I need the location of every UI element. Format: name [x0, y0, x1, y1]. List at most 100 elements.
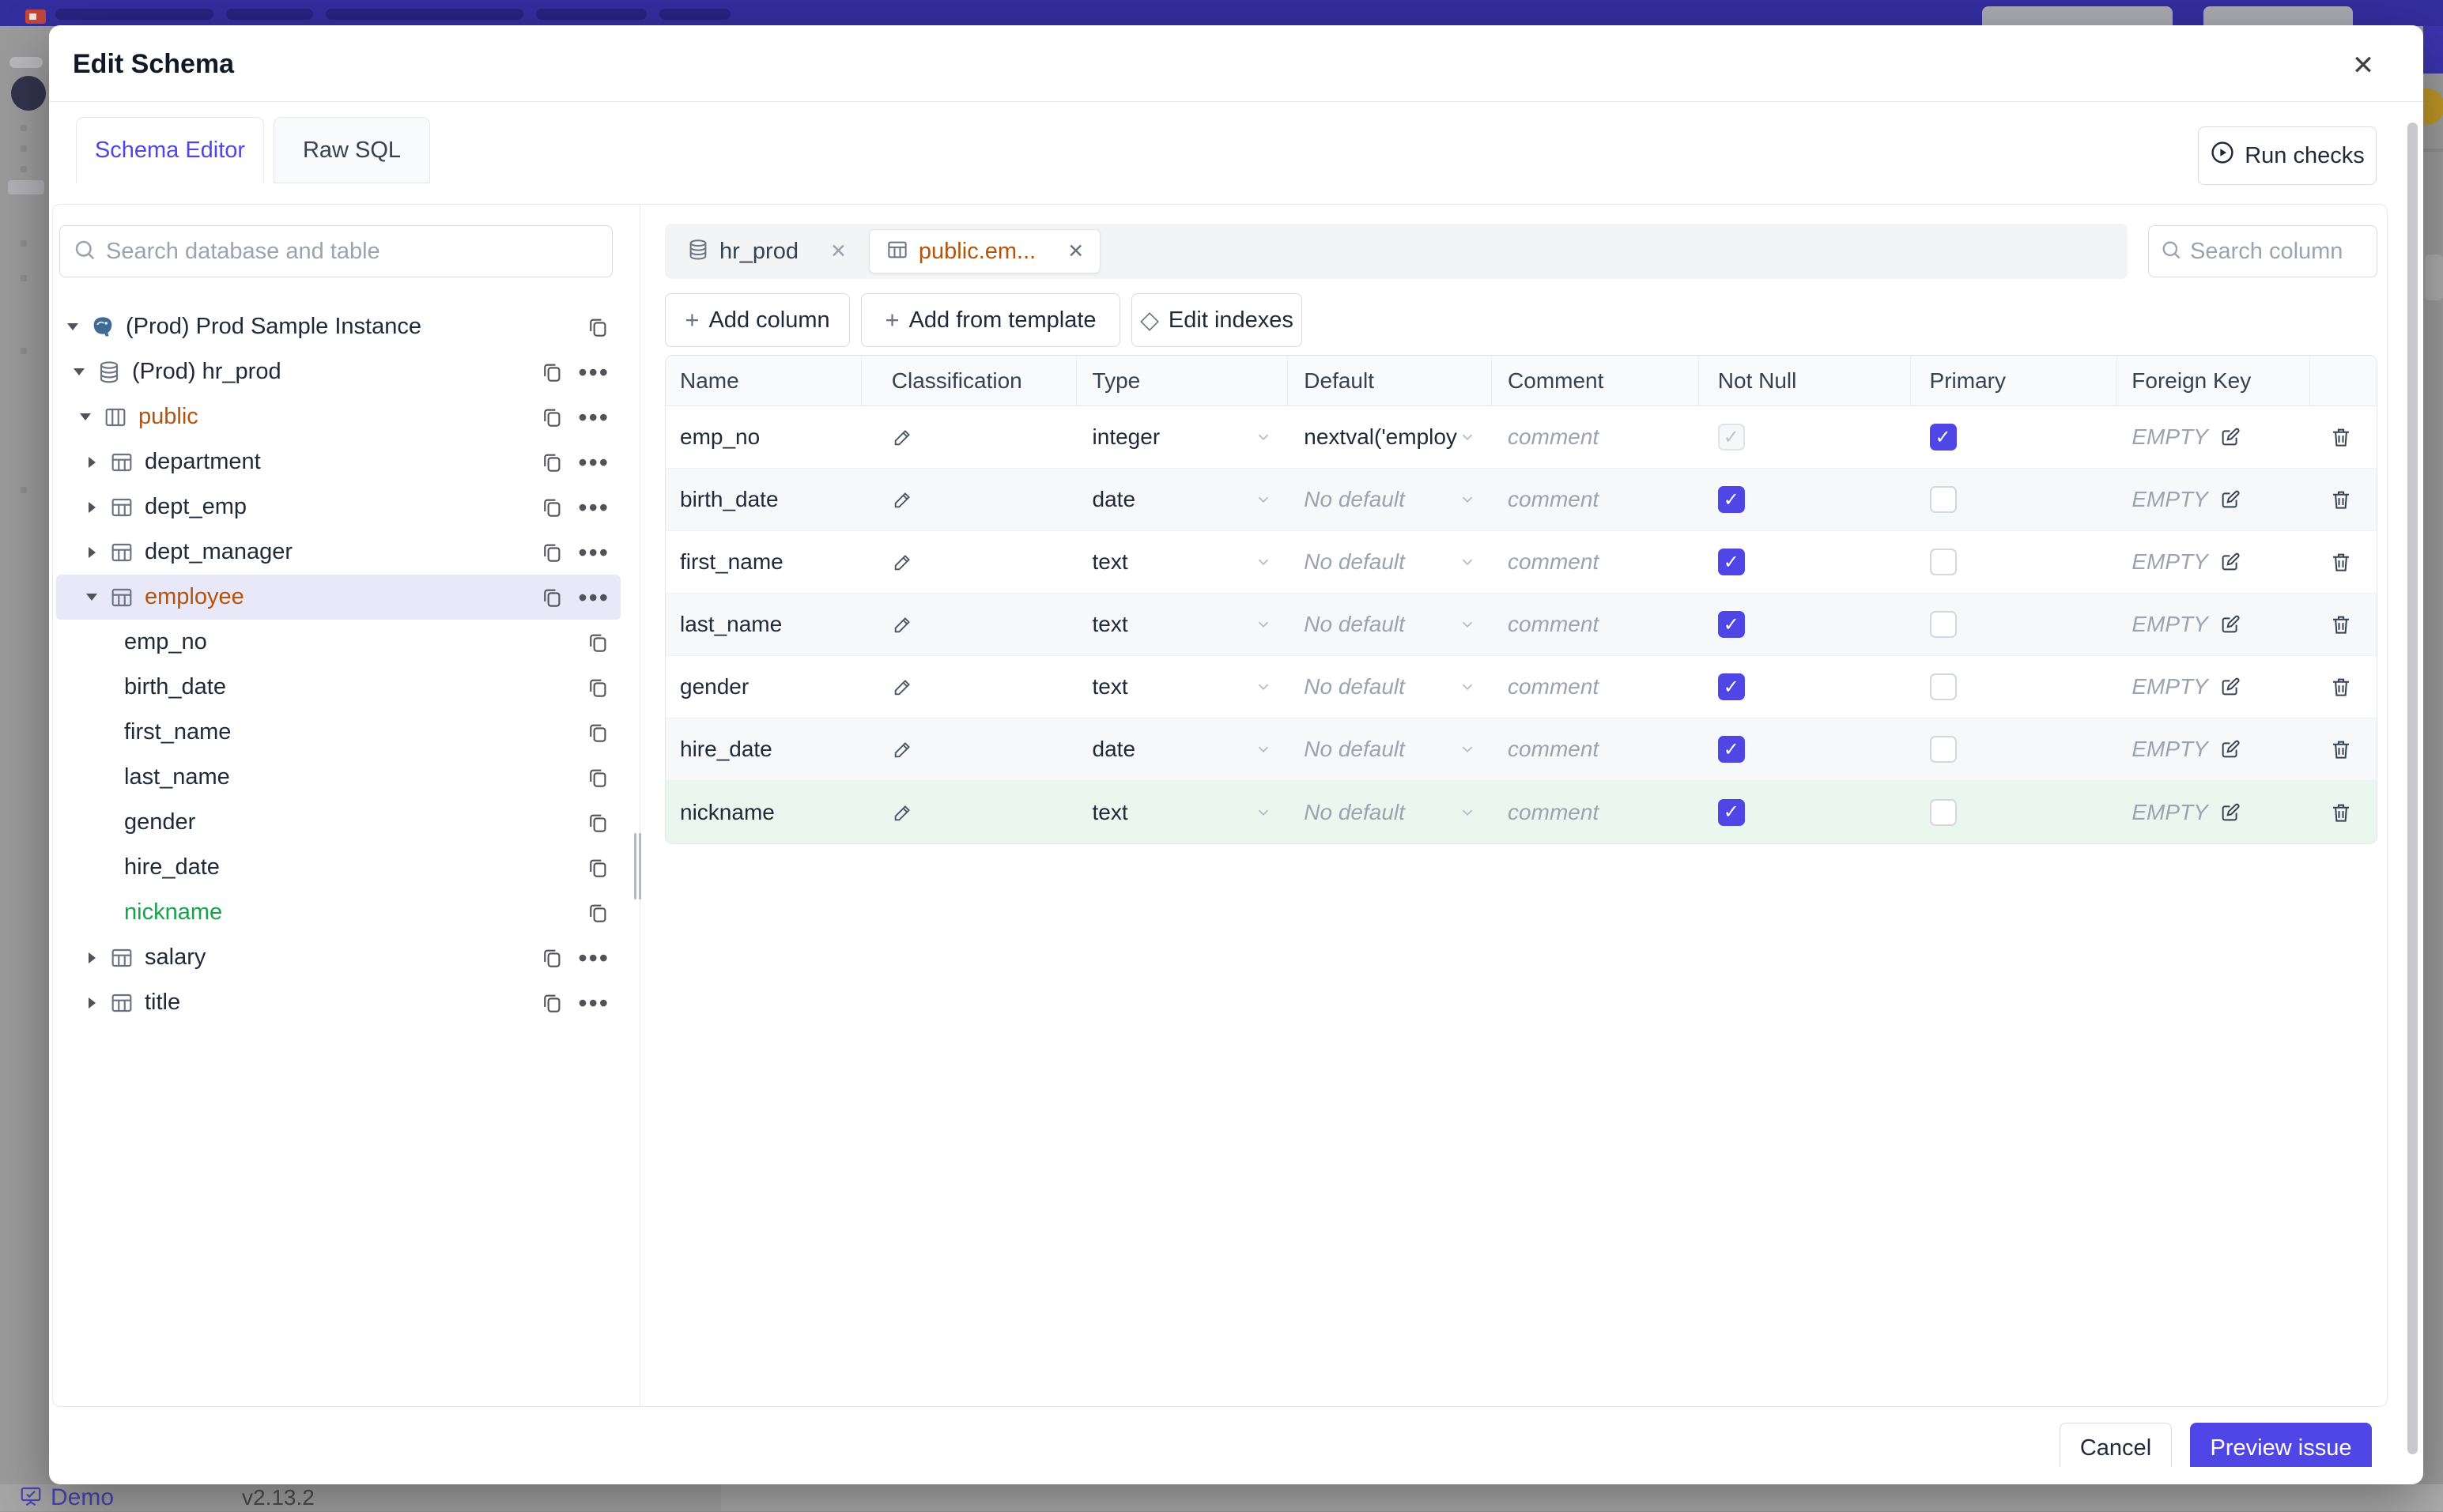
column-name-input[interactable]: emp_no [680, 424, 760, 450]
tree-item[interactable]: public ••• [56, 394, 621, 439]
default-select[interactable]: No default [1288, 531, 1492, 593]
tree-item[interactable]: first_name ••• [56, 710, 621, 755]
edit-foreign-key-icon[interactable] [2219, 426, 2241, 448]
panel-resize-handle[interactable] [634, 833, 636, 899]
tree-item[interactable]: title ••• [56, 980, 621, 1025]
comment-input[interactable]: comment [1508, 737, 1599, 762]
type-select[interactable]: text [1077, 656, 1289, 718]
tree-item[interactable]: dept_manager ••• [56, 530, 621, 575]
edit-foreign-key-icon[interactable] [2219, 801, 2241, 824]
copy-icon[interactable] [586, 721, 610, 745]
comment-input[interactable]: comment [1508, 487, 1599, 512]
primary-checkbox[interactable] [1929, 736, 1957, 763]
database-search[interactable] [59, 225, 613, 277]
modal-scrollbar[interactable] [2407, 123, 2418, 1454]
default-select[interactable]: No default [1288, 469, 1492, 530]
not-null-checkbox[interactable] [1717, 486, 1745, 513]
add-from-template-button[interactable]: + Add from template [861, 293, 1120, 347]
not-null-checkbox[interactable] [1717, 673, 1745, 700]
column-name-input[interactable]: first_name [680, 549, 783, 575]
tree-item[interactable]: (Prod) Prod Sample Instance ••• [56, 304, 621, 349]
type-select[interactable]: text [1077, 594, 1289, 655]
default-select[interactable]: No default [1288, 656, 1492, 718]
primary-checkbox[interactable] [1929, 549, 1957, 575]
caret-icon[interactable] [85, 501, 99, 513]
tree-item[interactable]: gender ••• [56, 800, 621, 845]
type-select[interactable]: date [1077, 718, 1289, 780]
caret-icon[interactable] [72, 368, 86, 375]
more-actions-icon[interactable]: ••• [578, 990, 610, 1016]
tab-raw-sql[interactable]: Raw SQL [274, 117, 430, 183]
not-null-checkbox[interactable] [1717, 549, 1745, 575]
copy-icon[interactable] [540, 946, 564, 970]
classification-edit-icon[interactable] [892, 613, 914, 635]
delete-column-icon[interactable] [2329, 550, 2353, 574]
more-actions-icon[interactable]: ••• [578, 540, 610, 565]
panel-resize-handle[interactable] [639, 833, 641, 899]
tab-schema-editor[interactable]: Schema Editor [76, 117, 264, 183]
copy-icon[interactable] [540, 541, 564, 564]
primary-checkbox[interactable] [1929, 673, 1957, 700]
column-name-input[interactable]: last_name [680, 612, 782, 637]
run-checks-button[interactable]: Run checks [2198, 126, 2377, 185]
edit-foreign-key-icon[interactable] [2219, 738, 2241, 760]
close-tab-icon[interactable]: ✕ [1067, 239, 1084, 263]
comment-input[interactable]: comment [1508, 674, 1599, 699]
comment-input[interactable]: comment [1508, 800, 1599, 825]
more-actions-icon[interactable]: ••• [578, 495, 610, 520]
tree-item[interactable]: salary ••• [56, 935, 621, 980]
more-actions-icon[interactable]: ••• [578, 405, 610, 430]
default-select[interactable]: No default [1288, 718, 1492, 780]
copy-icon[interactable] [586, 901, 610, 925]
delete-column-icon[interactable] [2329, 425, 2353, 449]
edit-foreign-key-icon[interactable] [2219, 676, 2241, 698]
cancel-button[interactable]: Cancel [2060, 1423, 2172, 1467]
type-select[interactable]: date [1077, 469, 1289, 530]
classification-edit-icon[interactable] [892, 488, 914, 511]
preview-issue-button[interactable]: Preview issue [2190, 1423, 2372, 1467]
caret-icon[interactable] [66, 323, 80, 330]
column-name-input[interactable]: hire_date [680, 737, 772, 762]
not-null-checkbox[interactable] [1717, 798, 1745, 826]
tree-item[interactable]: employee ••• [56, 575, 621, 620]
tree-item[interactable]: nickname ••• [56, 890, 621, 935]
more-actions-icon[interactable]: ••• [578, 450, 610, 475]
primary-checkbox[interactable] [1929, 424, 1957, 451]
delete-column-icon[interactable] [2329, 613, 2353, 636]
caret-icon[interactable] [85, 997, 99, 1009]
type-select[interactable]: text [1077, 531, 1289, 593]
classification-edit-icon[interactable] [892, 676, 914, 698]
copy-icon[interactable] [540, 496, 564, 519]
tree-item[interactable]: last_name ••• [56, 755, 621, 800]
copy-icon[interactable] [586, 856, 610, 880]
column-name-input[interactable]: nickname [680, 800, 775, 825]
more-actions-icon[interactable]: ••• [578, 360, 610, 385]
primary-checkbox[interactable] [1929, 486, 1957, 513]
column-name-input[interactable]: birth_date [680, 487, 779, 512]
close-tab-icon[interactable]: ✕ [830, 239, 847, 263]
caret-icon[interactable] [85, 952, 99, 963]
copy-icon[interactable] [540, 360, 564, 384]
tree-item[interactable]: department ••• [56, 439, 621, 485]
tree-item[interactable]: hire_date ••• [56, 845, 621, 890]
not-null-checkbox[interactable] [1717, 736, 1745, 763]
default-select[interactable]: No default [1288, 594, 1492, 655]
delete-column-icon[interactable] [2329, 801, 2353, 824]
more-actions-icon[interactable]: ••• [578, 945, 610, 971]
copy-icon[interactable] [586, 811, 610, 835]
delete-column-icon[interactable] [2329, 675, 2353, 699]
edit-foreign-key-icon[interactable] [2219, 551, 2241, 573]
default-select[interactable]: No default [1288, 781, 1492, 843]
classification-edit-icon[interactable] [892, 426, 914, 448]
copy-icon[interactable] [540, 991, 564, 1015]
delete-column-icon[interactable] [2329, 488, 2353, 511]
type-select[interactable]: text [1077, 781, 1289, 843]
copy-icon[interactable] [540, 451, 564, 474]
caret-icon[interactable] [78, 413, 93, 420]
editor-tab-database[interactable]: hr_prod ✕ [670, 229, 863, 273]
classification-edit-icon[interactable] [892, 801, 914, 824]
classification-edit-icon[interactable] [892, 738, 914, 760]
copy-icon[interactable] [540, 405, 564, 429]
copy-icon[interactable] [586, 315, 610, 339]
caret-icon[interactable] [85, 456, 99, 468]
